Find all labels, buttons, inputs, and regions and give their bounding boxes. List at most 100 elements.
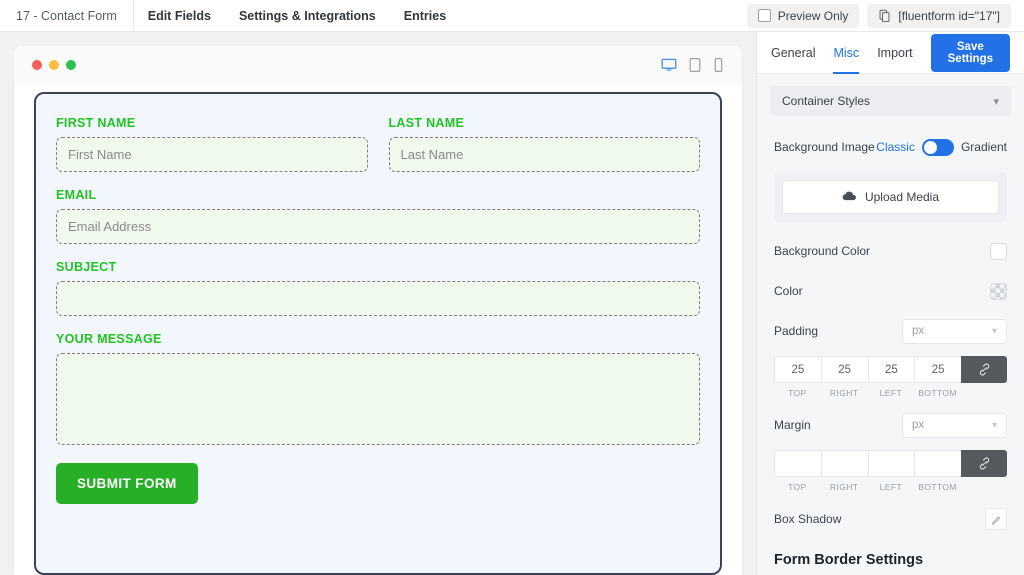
container-styles-panel: Background Image Classic Gradient Upload… — [770, 116, 1011, 575]
tab-import[interactable]: Import — [877, 32, 912, 74]
padding-left-input[interactable]: 25 — [867, 356, 915, 383]
margin-left-caption: LEFT — [879, 482, 903, 492]
field-last-name: LAST NAME Last Name — [388, 116, 700, 172]
margin-left-input[interactable] — [867, 450, 915, 477]
margin-bottom-caption: BOTTOM — [918, 482, 957, 492]
top-bar: 17 - Contact Form Edit Fields Settings &… — [0, 0, 1024, 32]
row-background-color: Background Color — [774, 236, 1007, 266]
top-bar-actions: Preview Only [fluentform id="17"] — [746, 0, 1024, 31]
shortcode-copy-button[interactable]: [fluentform id="17"] — [867, 3, 1011, 28]
cloud-upload-icon — [842, 190, 857, 205]
padding-unit-select[interactable]: px ▾ — [902, 318, 1007, 344]
mobile-icon[interactable] — [713, 57, 724, 73]
box-shadow-edit-button[interactable] — [985, 508, 1007, 530]
window-controls — [32, 60, 76, 70]
settings-sidebar: General Misc Import Save Settings Contai… — [756, 32, 1024, 575]
padding-label: Padding — [774, 324, 819, 338]
copy-icon — [878, 9, 891, 23]
padding-right-caption: RIGHT — [829, 388, 859, 398]
bg-type-classic-label[interactable]: Classic — [876, 140, 915, 154]
row-background-image: Background Image Classic Gradient — [774, 132, 1007, 162]
desktop-icon[interactable] — [661, 57, 677, 73]
margin-bottom-cell — [914, 450, 961, 477]
background-image-label: Background Image — [774, 140, 875, 154]
browser-title-bar — [14, 46, 742, 84]
field-label-your-message: YOUR MESSAGE — [56, 332, 162, 346]
fluentform-editor-app: 17 - Contact Form Edit Fields Settings &… — [0, 0, 1024, 575]
tablet-icon[interactable] — [688, 57, 702, 73]
upload-media-button[interactable]: Upload Media — [782, 180, 999, 214]
margin-right-cell — [820, 450, 868, 477]
tab-general[interactable]: General — [771, 32, 815, 74]
tab-misc[interactable]: Misc — [833, 32, 859, 74]
window-close-dot[interactable] — [32, 60, 42, 70]
margin-bottom-input[interactable] — [914, 450, 961, 477]
background-image-type-toggle: Classic Gradient — [876, 138, 1007, 156]
last-name-input[interactable]: Last Name — [388, 137, 700, 172]
form-border-settings-title: Form Border Settings — [774, 552, 924, 568]
margin-left-cell — [867, 450, 915, 477]
margin-top-caption: TOP — [788, 482, 807, 492]
margin-link-icon[interactable] — [961, 450, 1007, 477]
form-title: 17 - Contact Form — [0, 0, 134, 31]
margin-right-caption: RIGHT — [829, 482, 859, 492]
field-label-last-name: LAST NAME — [388, 116, 465, 130]
device-switcher — [661, 57, 724, 73]
submit-form-button[interactable]: SUBMIT FORM — [56, 463, 198, 504]
chevron-down-icon: ▾ — [991, 419, 997, 431]
padding-top-input[interactable]: 25 — [774, 356, 821, 383]
margin-label: Margin — [774, 418, 811, 432]
nav-item-entries[interactable]: Entries — [390, 0, 460, 31]
preview-only-checkbox-icon[interactable] — [757, 9, 771, 22]
nav-item-edit-fields[interactable]: Edit Fields — [134, 0, 225, 31]
margin-top-cell — [774, 450, 821, 477]
padding-bottom-cell: 25 — [914, 356, 961, 383]
preview-only-toggle[interactable]: Preview Only — [746, 3, 860, 28]
padding-right-input[interactable]: 25 — [820, 356, 868, 383]
margin-right-input[interactable] — [820, 450, 868, 477]
preview-only-label: Preview Only — [777, 8, 849, 23]
bg-type-gradient-label[interactable]: Gradient — [961, 140, 1007, 154]
padding-top-cell: 25 — [774, 356, 821, 383]
field-label-first-name: FIRST NAME — [56, 116, 136, 130]
save-settings-button[interactable]: Save Settings — [930, 33, 1010, 72]
accordion-container-styles[interactable]: Container Styles ▾ — [770, 86, 1011, 116]
margin-inputs: TOP RIGHT LEFT BOTTOM — [774, 450, 1007, 492]
field-subject: SUBJECT — [56, 260, 700, 316]
padding-top-caption: TOP — [788, 388, 807, 398]
window-minimize-dot[interactable] — [49, 60, 59, 70]
upload-media-label: Upload Media — [864, 190, 940, 204]
subject-input[interactable] — [56, 281, 700, 316]
bg-type-switch[interactable] — [921, 138, 954, 156]
padding-link-icon[interactable] — [961, 356, 1007, 383]
padding-left-caption: LEFT — [879, 388, 903, 398]
preview-pane: FIRST NAME First Name LAST NAME Last Nam… — [0, 32, 756, 575]
background-color-swatch[interactable] — [990, 242, 1007, 260]
padding-bottom-input[interactable]: 25 — [914, 356, 961, 383]
rendered-form: FIRST NAME First Name LAST NAME Last Nam… — [34, 92, 722, 575]
color-label: Color — [774, 284, 803, 298]
first-name-input[interactable]: First Name — [56, 137, 368, 172]
upload-media-area: Upload Media — [774, 172, 1007, 222]
shortcode-label: [fluentform id="17"] — [898, 8, 1000, 23]
color-swatch[interactable] — [990, 282, 1007, 300]
background-color-label: Background Color — [774, 244, 871, 258]
row-color: Color — [774, 276, 1007, 306]
sidebar-content: Container Styles ▾ Background Image Clas… — [757, 74, 1024, 575]
window-maximize-dot[interactable] — [66, 60, 76, 70]
nav-item-settings-integrations[interactable]: Settings & Integrations — [225, 0, 390, 31]
field-email: EMAIL Email Address — [56, 188, 700, 244]
row-box-shadow: Box Shadow — [774, 504, 1007, 534]
field-label-subject: SUBJECT — [56, 260, 117, 274]
field-first-name: FIRST NAME First Name — [56, 116, 368, 172]
browser-frame: FIRST NAME First Name LAST NAME Last Nam… — [14, 46, 742, 575]
margin-top-input[interactable] — [774, 450, 821, 477]
sidebar-tabs: General Misc Import Save Settings — [757, 32, 1024, 74]
margin-unit-select[interactable]: px ▾ — [902, 412, 1007, 438]
top-nav: Edit Fields Settings & Integrations Entr… — [134, 0, 460, 31]
email-input[interactable]: Email Address — [56, 209, 700, 244]
chevron-down-icon: ▾ — [991, 325, 997, 337]
your-message-textarea[interactable] — [56, 353, 700, 445]
padding-bottom-caption: BOTTOM — [918, 388, 957, 398]
field-label-email: EMAIL — [56, 188, 97, 202]
